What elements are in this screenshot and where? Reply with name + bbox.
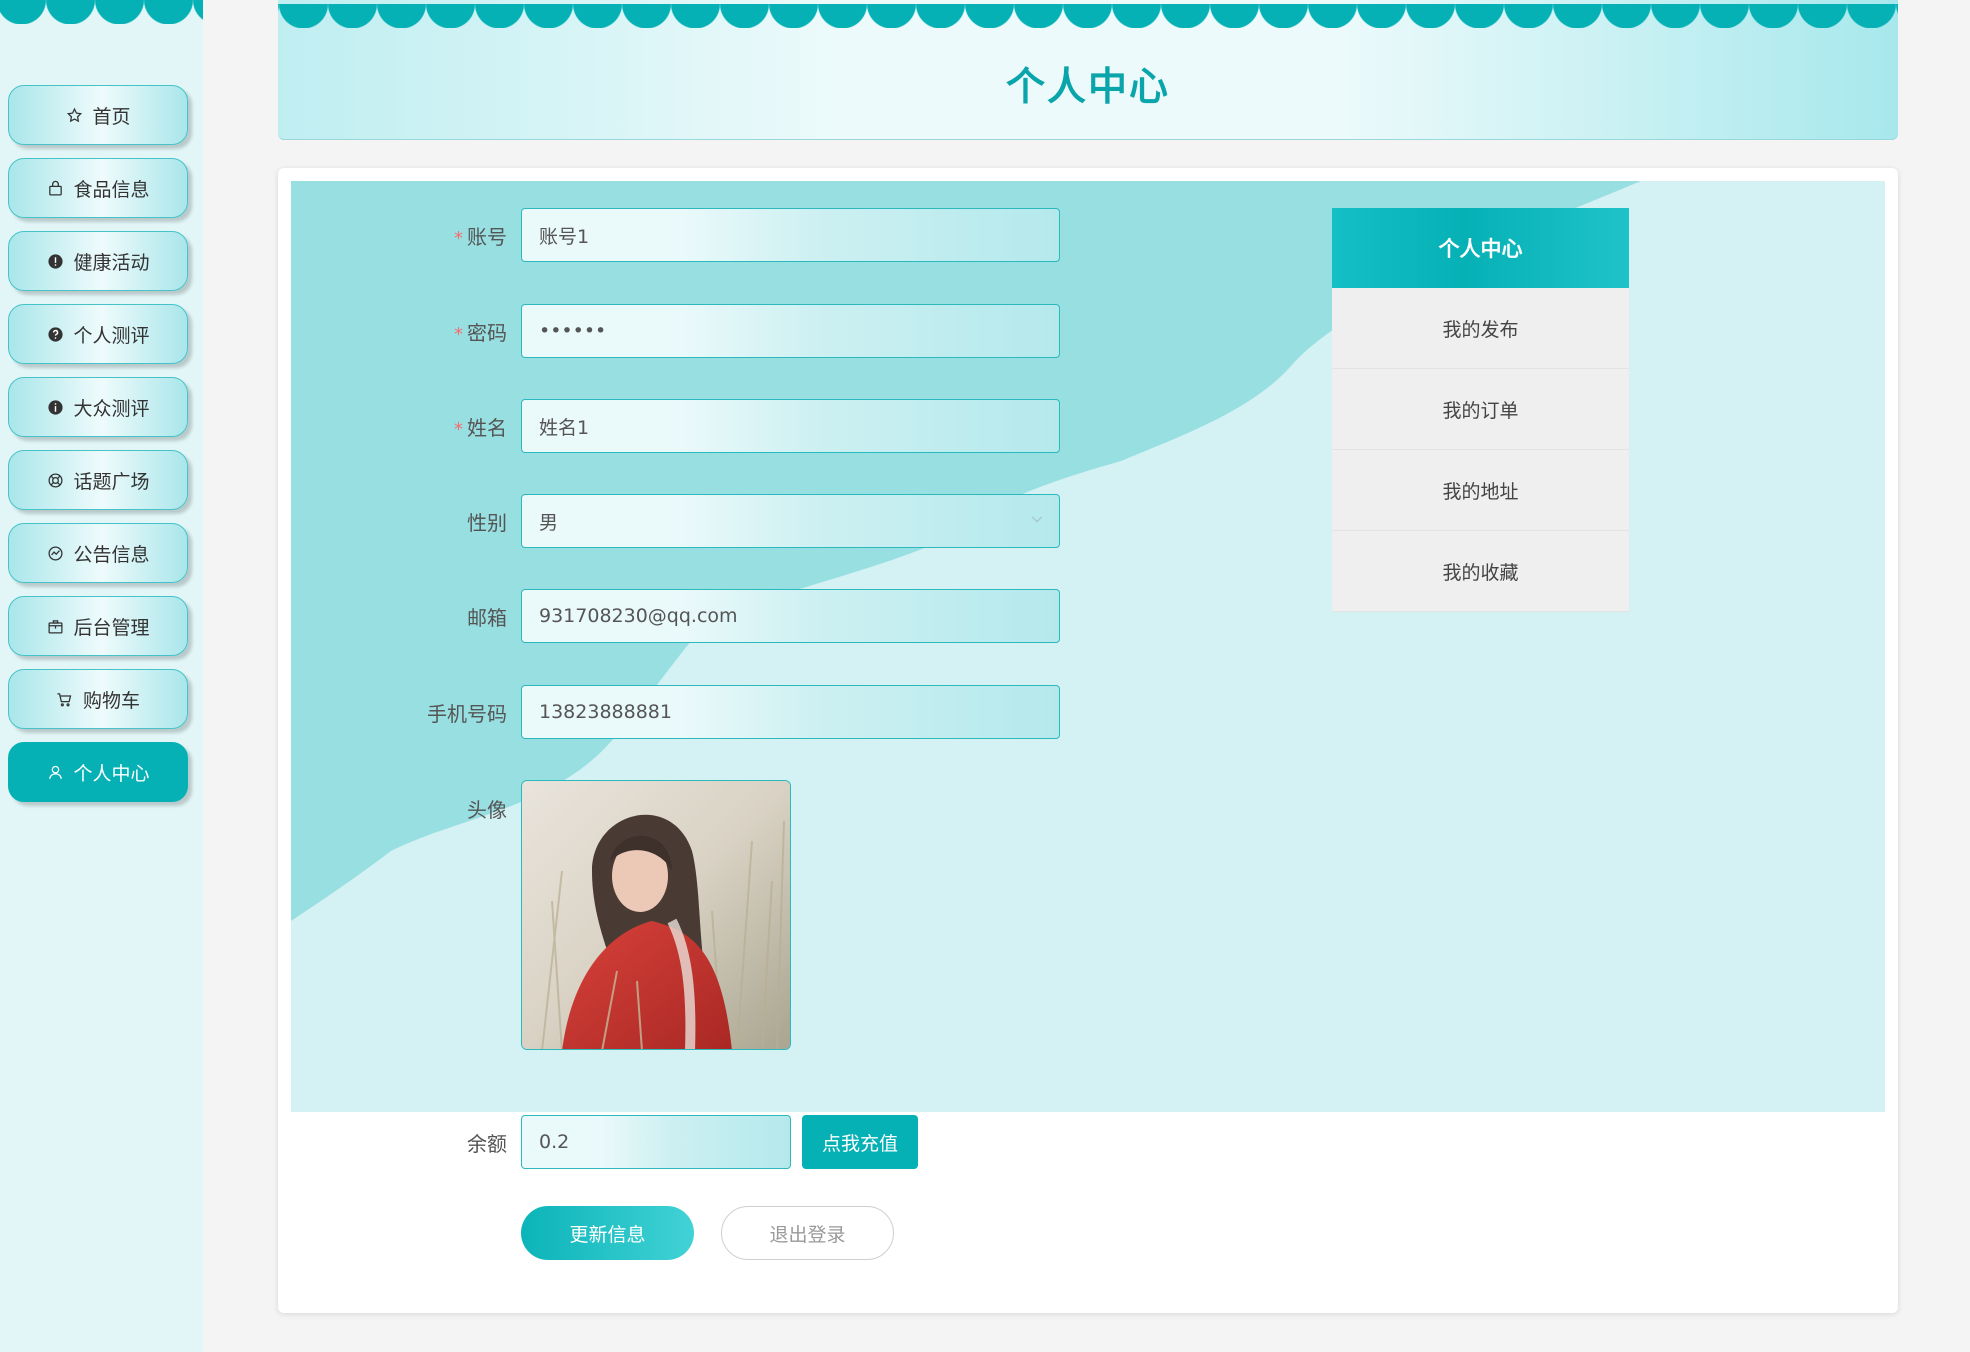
sidebar-item-label: 后台管理 — [73, 616, 150, 639]
required-asterisk: * — [454, 227, 463, 249]
sidebar-item-label: 购物车 — [82, 689, 140, 712]
sidebar-item-food-info[interactable]: 食品信息 — [8, 158, 188, 218]
sidebar-item-health-activity[interactable]: 健康活动 — [8, 231, 188, 291]
menu-header-personal-center[interactable]: 个人中心 — [1332, 208, 1629, 288]
sidebar-item-admin[interactable]: 后台管理 — [8, 596, 188, 656]
sidebar-item-personal-assessment[interactable]: 个人测评 — [8, 304, 188, 364]
question-circle-icon — [46, 325, 64, 343]
sidebar-item-public-review[interactable]: 大众测评 — [8, 377, 188, 437]
form-row-password: * 密码 •••••• — [278, 304, 1060, 358]
name-field[interactable]: 姓名1 — [521, 399, 1060, 453]
email-field[interactable]: 931708230@qq.com — [521, 589, 1060, 643]
field-label: * 账号 — [454, 224, 507, 249]
cart-icon — [56, 690, 74, 708]
personal-center-menu: 个人中心 我的发布 我的订单 我的地址 我的收藏 — [1332, 208, 1629, 612]
sidebar-item-announcements[interactable]: 公告信息 — [8, 523, 188, 583]
menu-item-my-favorites[interactable]: 我的收藏 — [1332, 531, 1629, 612]
sidebar-item-home[interactable]: 首页 — [8, 85, 188, 145]
avatar-upload[interactable] — [521, 780, 791, 1050]
sidebar-item-topic-square[interactable]: 话题广场 — [8, 450, 188, 510]
gender-select[interactable]: 男 — [521, 494, 1060, 548]
form-row-name: * 姓名 姓名1 — [278, 399, 1060, 453]
sidebar-item-label: 个人中心 — [73, 762, 150, 785]
password-field[interactable]: •••••• — [521, 304, 1060, 358]
page-header: 个人中心 — [278, 0, 1898, 140]
scalloped-border — [278, 0, 1898, 28]
info-circle-icon — [46, 398, 64, 416]
star-icon — [65, 106, 83, 124]
logout-button[interactable]: 退出登录 — [721, 1206, 894, 1260]
bag-icon — [46, 179, 64, 197]
sidebar-item-label: 话题广场 — [73, 470, 150, 493]
page-title: 个人中心 — [1005, 65, 1170, 110]
update-info-button[interactable]: 更新信息 — [521, 1206, 694, 1260]
field-label: 手机号码 — [427, 701, 507, 726]
box-icon — [46, 617, 64, 635]
balance-field[interactable]: 0.2 — [521, 1115, 791, 1169]
menu-item-my-address[interactable]: 我的地址 — [1332, 450, 1629, 531]
form-row-gender: 性别 男 — [278, 494, 1060, 548]
sidebar-item-label: 公告信息 — [73, 543, 150, 566]
gender-select-value: 男 — [539, 511, 559, 534]
required-asterisk: * — [454, 418, 463, 440]
form-row-avatar: 头像 — [278, 780, 791, 1050]
phone-field[interactable]: 13823888881 — [521, 685, 1060, 739]
sidebar-item-personal-center[interactable]: 个人中心 — [8, 742, 188, 802]
field-label: 余额 — [467, 1131, 507, 1156]
required-asterisk: * — [454, 323, 463, 345]
profile-card: * 账号 账号1 * 密码 •••••• * 姓名 姓名1 性别 男 邮箱 93170… — [278, 168, 1898, 1313]
form-row-email: 邮箱 931708230@qq.com — [278, 589, 1060, 643]
field-label: 邮箱 — [467, 605, 507, 630]
form-row-phone: 手机号码 13823888881 — [278, 685, 1060, 739]
menu-item-my-orders[interactable]: 我的订单 — [1332, 369, 1629, 450]
field-label: 头像 — [467, 798, 507, 822]
user-icon — [46, 763, 64, 781]
chart-circle-icon — [46, 544, 64, 562]
avatar-image — [522, 781, 790, 1049]
field-label: * 密码 — [454, 320, 507, 345]
sidebar-item-label: 大众测评 — [73, 397, 150, 420]
sidebar-item-cart[interactable]: 购物车 — [8, 669, 188, 729]
menu-item-my-posts[interactable]: 我的发布 — [1332, 288, 1629, 369]
account-field[interactable]: 账号1 — [521, 208, 1060, 262]
sidebar-nav: 首页 食品信息 健康活动 个人测评 大众测评 话题广场 公告信息 后台管理 购物… — [8, 85, 188, 815]
sidebar-item-label: 食品信息 — [73, 178, 150, 201]
field-label: 性别 — [467, 510, 507, 535]
scalloped-border — [0, 0, 203, 24]
recharge-button[interactable]: 点我充值 — [802, 1115, 918, 1169]
exclamation-circle-icon — [46, 252, 64, 270]
field-label: * 姓名 — [454, 415, 507, 440]
sidebar-item-label: 健康活动 — [73, 251, 150, 274]
form-row-balance: 余额 0.2 点我充值 — [278, 1115, 918, 1169]
sidebar-item-label: 个人测评 — [73, 324, 150, 347]
sidebar-item-label: 首页 — [92, 105, 131, 128]
chevron-down-icon — [1029, 510, 1045, 532]
form-row-account: * 账号 账号1 — [278, 208, 1060, 262]
lifebuoy-icon — [46, 471, 64, 489]
sidebar: 首页 食品信息 健康活动 个人测评 大众测评 话题广场 公告信息 后台管理 购物… — [0, 0, 203, 1352]
